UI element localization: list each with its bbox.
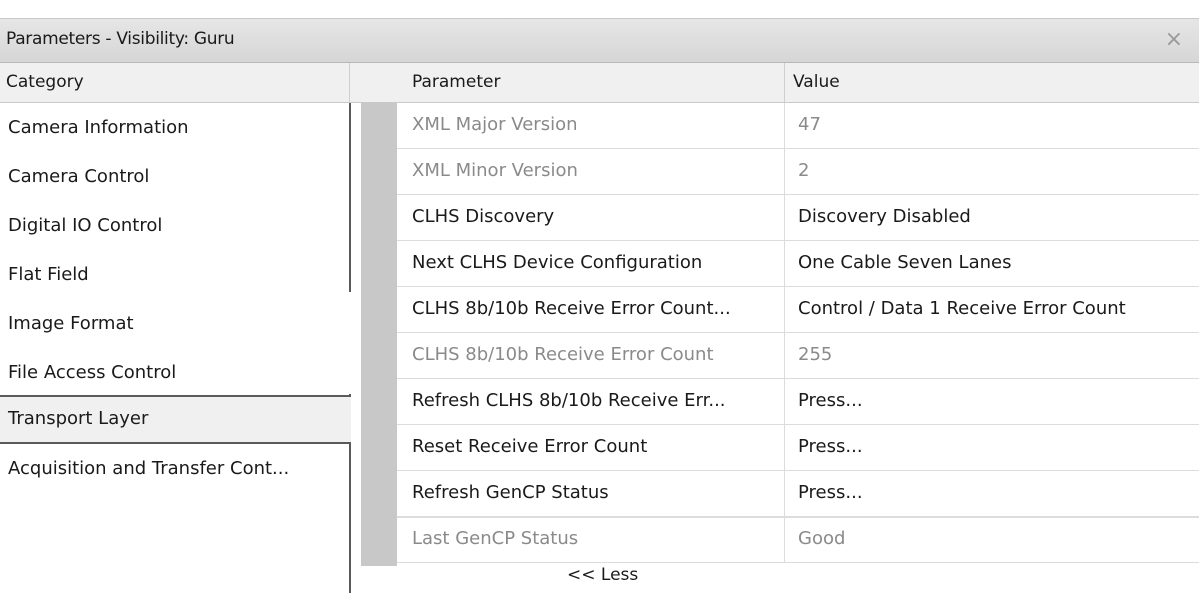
- parameter-row-clhs-receive-error-count[interactable]: CLHS 8b/10b Receive Error Count 255: [397, 333, 1199, 379]
- category-item-transport-layer[interactable]: Transport Layer: [0, 395, 351, 444]
- category-item-camera-control[interactable]: Camera Control: [0, 152, 349, 201]
- cell-divider: [784, 425, 785, 471]
- parameter-value: Good: [798, 528, 846, 549]
- reset-error-count-button[interactable]: Press...: [798, 436, 863, 457]
- refresh-gencp-status-button[interactable]: Press...: [798, 482, 863, 503]
- parameter-name: Refresh GenCP Status: [412, 482, 609, 503]
- cell-divider: [784, 471, 785, 517]
- parameter-name: CLHS Discovery: [412, 206, 555, 227]
- parameter-value: 47: [798, 114, 821, 135]
- parameter-name: Reset Receive Error Count: [412, 436, 648, 457]
- category-label: Image Format: [8, 313, 134, 334]
- cell-divider: [784, 103, 785, 149]
- category-item-image-format[interactable]: Image Format: [0, 299, 349, 348]
- less-button[interactable]: << Less: [567, 565, 638, 585]
- value-header[interactable]: Value: [793, 72, 840, 92]
- category-item-flat-field[interactable]: Flat Field: [0, 250, 349, 299]
- row-header-gutter: [361, 103, 397, 566]
- cell-divider: [784, 195, 785, 241]
- column-header-row: Category Parameter Value: [0, 63, 1199, 103]
- cell-divider: [784, 517, 785, 563]
- parameter-value: 2: [798, 160, 810, 181]
- window-title: Parameters - Visibility: Guru: [6, 29, 235, 49]
- parameter-row-clhs-receive-error-count-selector[interactable]: CLHS 8b/10b Receive Error Count... Contr…: [397, 287, 1199, 333]
- category-label: Flat Field: [8, 264, 89, 285]
- category-item-file-access-control[interactable]: File Access Control: [0, 348, 349, 397]
- top-strip: [0, 0, 1199, 18]
- parameter-value: 255: [798, 344, 833, 365]
- parameter-row-clhs-discovery[interactable]: CLHS Discovery Discovery Disabled: [397, 195, 1199, 241]
- category-label: Camera Information: [8, 117, 189, 138]
- parameter-row-next-clhs-device-configuration[interactable]: Next CLHS Device Configuration One Cable…: [397, 241, 1199, 287]
- category-item-acquisition-and-transfer-control[interactable]: Acquisition and Transfer Cont...: [0, 444, 349, 493]
- cell-divider: [784, 379, 785, 425]
- cell-divider: [784, 241, 785, 287]
- parameter-row-refresh-gencp-status[interactable]: Refresh GenCP Status Press...: [397, 471, 1199, 517]
- category-label: File Access Control: [8, 362, 177, 383]
- title-bar: Parameters - Visibility: Guru ×: [0, 18, 1199, 63]
- cell-divider: [784, 333, 785, 379]
- parameter-row-refresh-clhs-receive-error[interactable]: Refresh CLHS 8b/10b Receive Err... Press…: [397, 379, 1199, 425]
- parameter-name: XML Minor Version: [412, 160, 578, 181]
- category-label: Acquisition and Transfer Cont...: [8, 458, 290, 479]
- parameter-name: XML Major Version: [412, 114, 578, 135]
- cell-divider: [784, 287, 785, 333]
- parameter-name: CLHS 8b/10b Receive Error Count...: [412, 298, 731, 319]
- parameter-value[interactable]: Discovery Disabled: [798, 206, 971, 227]
- category-header: Category: [6, 72, 84, 92]
- close-icon[interactable]: ×: [1165, 27, 1183, 52]
- parameter-name: Refresh CLHS 8b/10b Receive Err...: [412, 390, 726, 411]
- header-divider: [784, 63, 785, 102]
- parameter-row-xml-major-version[interactable]: XML Major Version 47: [397, 103, 1199, 149]
- parameter-row-last-gencp-status[interactable]: Last GenCP Status Good: [397, 517, 1199, 563]
- category-list: Camera Information Camera Control Digita…: [0, 103, 351, 593]
- parameter-value[interactable]: Control / Data 1 Receive Error Count: [798, 298, 1126, 319]
- parameter-name: Next CLHS Device Configuration: [412, 252, 703, 273]
- parameter-row-reset-receive-error-count[interactable]: Reset Receive Error Count Press...: [397, 425, 1199, 471]
- parameter-header[interactable]: Parameter: [412, 72, 500, 92]
- category-item-camera-information[interactable]: Camera Information: [0, 103, 349, 152]
- parameter-value[interactable]: One Cable Seven Lanes: [798, 252, 1011, 273]
- header-divider: [349, 63, 350, 102]
- parameter-name: Last GenCP Status: [412, 528, 579, 549]
- category-label: Camera Control: [8, 166, 150, 187]
- grid-gap: [351, 103, 361, 593]
- parameter-row-xml-minor-version[interactable]: XML Minor Version 2: [397, 149, 1199, 195]
- category-label: Digital IO Control: [8, 215, 163, 236]
- cell-divider: [784, 149, 785, 195]
- category-label: Transport Layer: [8, 408, 149, 429]
- category-item-digital-io-control[interactable]: Digital IO Control: [0, 201, 349, 250]
- refresh-error-count-button[interactable]: Press...: [798, 390, 863, 411]
- parameter-name: CLHS 8b/10b Receive Error Count: [412, 344, 714, 365]
